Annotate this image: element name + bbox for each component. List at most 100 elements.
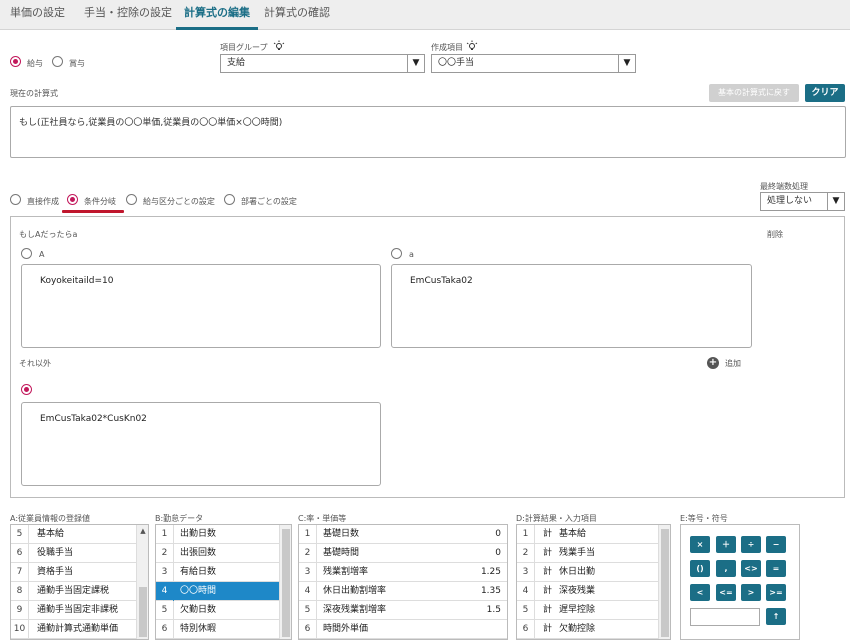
- current-formula-box[interactable]: もし(正社員なら,従業員の〇〇単価,従業員の〇〇単価×〇〇時間): [10, 106, 846, 158]
- selected-mode-underline: [62, 210, 124, 213]
- list-item[interactable]: 4 休日出勤割増率 1.35: [299, 582, 507, 601]
- list-item[interactable]: 5 深夜残業割増率 1.5: [299, 601, 507, 620]
- radio-by-pay-class[interactable]: [126, 194, 137, 205]
- chevron-down-icon: ▼: [618, 55, 635, 72]
- list-item[interactable]: 6 特別休暇: [156, 620, 291, 639]
- key-minus[interactable]: −: [766, 536, 786, 553]
- condition-a-box[interactable]: Koyokeitaild=10: [21, 264, 381, 348]
- else-box[interactable]: EmCusTaka02*CusKn02: [21, 402, 381, 486]
- radio-condition-a[interactable]: [21, 248, 32, 259]
- radio-salary[interactable]: [10, 56, 21, 67]
- key-greater-than[interactable]: >: [741, 584, 761, 601]
- reset-formula-button[interactable]: 基本の計算式に戻す: [709, 84, 799, 102]
- key-less-than[interactable]: <: [690, 584, 710, 601]
- key-multiply[interactable]: ×: [690, 536, 710, 553]
- delete-button[interactable]: 削除: [767, 229, 783, 240]
- list-item[interactable]: 2 出張回数: [156, 544, 291, 563]
- create-item-select[interactable]: 〇〇手当 ▼: [431, 54, 636, 73]
- list-item[interactable]: 8 通勤手当固定課税: [11, 582, 148, 601]
- radio-condition-b[interactable]: [391, 248, 402, 259]
- list-item[interactable]: 3 計休日出勤: [517, 563, 670, 582]
- list-attendance-data: 1 出勤日数 2 出張回数 3 有給日数 4 〇〇時間 5 欠勤日数 6 特別休暇: [155, 524, 292, 640]
- key-parentheses[interactable]: (): [690, 560, 710, 577]
- list-a-title: A:従業員情報の登録値: [10, 514, 91, 523]
- list-item-selected[interactable]: 4 〇〇時間: [156, 582, 279, 601]
- key-plus[interactable]: ＋: [716, 536, 736, 553]
- list-item[interactable]: 1 基礎日数 0: [299, 525, 507, 544]
- clear-button[interactable]: クリア: [805, 84, 845, 102]
- list-item[interactable]: 10 通勤計算式通勤単価: [11, 620, 148, 639]
- calculator-title: E:等号・符号: [680, 514, 728, 523]
- radio-conditional-label: 条件分岐: [84, 197, 116, 206]
- list-item[interactable]: 2 基礎時間 0: [299, 544, 507, 563]
- list-employee-info: 5 基本給 6 役職手当 7 資格手当 8 通勤手当固定課税 9 通勤手当固定非課税 10…: [10, 524, 149, 640]
- arrow-up-icon[interactable]: ↑: [766, 608, 786, 625]
- current-formula-label: 現在の計算式: [10, 89, 58, 98]
- scrollbar[interactable]: [658, 525, 670, 639]
- key-comma[interactable]: ,: [716, 560, 736, 577]
- key-greater-equal[interactable]: >=: [766, 584, 786, 601]
- lightbulb-icon[interactable]: [273, 40, 285, 55]
- tab-unit-price[interactable]: 単価の設定: [10, 0, 65, 30]
- list-d-title: D:計算結果・入力項目: [516, 514, 597, 523]
- list-item[interactable]: 6 時間外単価: [299, 620, 507, 639]
- add-icon[interactable]: +: [707, 357, 719, 369]
- item-group-value: 支給: [227, 58, 246, 68]
- list-item[interactable]: 3 残業割増率 1.25: [299, 563, 507, 582]
- list-item[interactable]: 5 計遅早控除: [517, 601, 670, 620]
- list-b-title: B:勤怠データ: [155, 514, 204, 523]
- scroll-up-icon[interactable]: ▲: [137, 527, 148, 535]
- radio-bonus[interactable]: [52, 56, 63, 67]
- key-less-equal[interactable]: <=: [716, 584, 736, 601]
- add-button[interactable]: 追加: [725, 358, 741, 369]
- list-item[interactable]: 6 計欠勤控除: [517, 620, 670, 639]
- rounding-value: 処理しない: [767, 196, 813, 206]
- radio-direct-create[interactable]: [10, 194, 21, 205]
- list-item[interactable]: 2 計残業手当: [517, 544, 670, 563]
- tab-allowance-deduction[interactable]: 手当・控除の設定: [84, 0, 172, 30]
- key-not-equal[interactable]: <>: [741, 560, 761, 577]
- radio-bonus-label: 賞与: [69, 59, 85, 68]
- list-item[interactable]: 5 欠勤日数: [156, 601, 291, 620]
- scrollbar[interactable]: [279, 525, 291, 639]
- rounding-select[interactable]: 処理しない ▼: [760, 192, 845, 211]
- tab-bar: 単価の設定 手当・控除の設定 計算式の編集 計算式の確認: [0, 0, 850, 30]
- radio-by-pay-class-label: 給与区分ごとの設定: [143, 197, 215, 206]
- list-item[interactable]: 1 計基本給: [517, 525, 670, 544]
- value-input[interactable]: [690, 608, 760, 626]
- create-item-value: 〇〇手当: [438, 58, 475, 68]
- list-item[interactable]: 4 計深夜残業: [517, 582, 670, 601]
- radio-conditional[interactable]: [67, 194, 78, 205]
- key-equal[interactable]: =: [766, 560, 786, 577]
- scroll-thumb[interactable]: [661, 529, 669, 637]
- list-item[interactable]: 5 基本給: [11, 525, 148, 544]
- list-c-title: C:率・単価等: [298, 514, 347, 523]
- radio-else[interactable]: [21, 384, 32, 395]
- condition-b-box[interactable]: EmCusTaka02: [391, 264, 752, 348]
- tab-formula-confirm[interactable]: 計算式の確認: [264, 0, 330, 30]
- list-item[interactable]: 7 資格手当: [11, 563, 148, 582]
- scrollbar[interactable]: ▲: [136, 525, 148, 639]
- item-group-select[interactable]: 支給 ▼: [220, 54, 425, 73]
- lightbulb-icon[interactable]: [466, 40, 478, 55]
- chevron-down-icon: ▼: [407, 55, 424, 72]
- chevron-down-icon: ▼: [827, 193, 844, 210]
- scroll-thumb[interactable]: [282, 529, 290, 637]
- tab-formula-edit[interactable]: 計算式の編集: [176, 0, 258, 30]
- condition-panel: もしAだったらa 削除 A Koyokeitaild=10 a EmCusTak…: [10, 216, 845, 498]
- list-item[interactable]: 3 有給日数: [156, 563, 291, 582]
- radio-salary-label: 給与: [27, 59, 43, 68]
- radio-by-department[interactable]: [224, 194, 235, 205]
- list-item[interactable]: 9 通勤手当固定非課税: [11, 601, 148, 620]
- list-item[interactable]: 1 出勤日数: [156, 525, 291, 544]
- item-group-label: 項目グループ: [220, 43, 268, 52]
- key-divide[interactable]: ÷: [741, 536, 761, 553]
- operator-keypad: × ＋ ÷ − () , <> = < <= > >= ↑: [680, 524, 800, 640]
- scroll-thumb[interactable]: [139, 587, 147, 637]
- radio-by-department-label: 部署ごとの設定: [241, 197, 297, 206]
- list-rates-unit-prices: 1 基礎日数 0 2 基礎時間 0 3 残業割増率 1.25 4 休日出勤割増率 1.35 5深…: [298, 524, 508, 640]
- rounding-label: 最終端数処理: [760, 182, 808, 191]
- create-item-label: 作成項目: [431, 43, 463, 52]
- list-item[interactable]: 6 役職手当: [11, 544, 148, 563]
- condition-b-label: a: [409, 250, 414, 259]
